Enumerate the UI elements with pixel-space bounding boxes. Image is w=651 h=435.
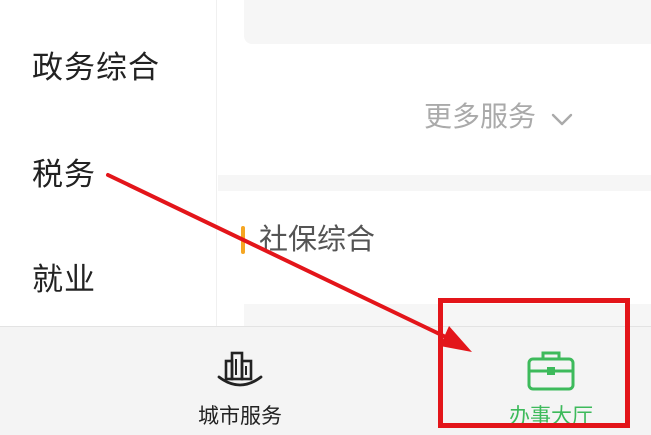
section-marker	[241, 226, 245, 254]
more-services-label: 更多服务	[424, 100, 537, 133]
bottom-tab-bar: 城市服务 办事大厅	[0, 326, 651, 435]
service-content-panel: 更多服务 社保综合	[218, 0, 651, 326]
more-services-button[interactable]: 更多服务	[424, 98, 573, 137]
sidebar-item-employment[interactable]: 就业	[32, 260, 96, 300]
sidebar-item-government-affairs[interactable]: 政务综合	[32, 48, 160, 88]
tab-service-hall[interactable]: 办事大厅	[441, 327, 651, 435]
section-divider	[218, 175, 651, 191]
service-grid-remnant-bottom	[244, 304, 651, 326]
section-title-social-security: 社保综合	[259, 222, 376, 256]
category-sidebar: 政务综合 税务 就业	[0, 0, 217, 326]
sidebar-item-tax[interactable]: 税务	[32, 155, 96, 195]
tab-city-services-label: 城市服务	[198, 404, 282, 428]
tab-service-hall-label: 办事大厅	[509, 404, 593, 428]
service-grid-remnant	[244, 0, 651, 44]
chevron-down-icon	[551, 99, 573, 137]
tab-city-services[interactable]: 城市服务	[130, 327, 350, 435]
briefcase-icon	[525, 347, 577, 397]
city-buildings-icon	[215, 347, 265, 397]
